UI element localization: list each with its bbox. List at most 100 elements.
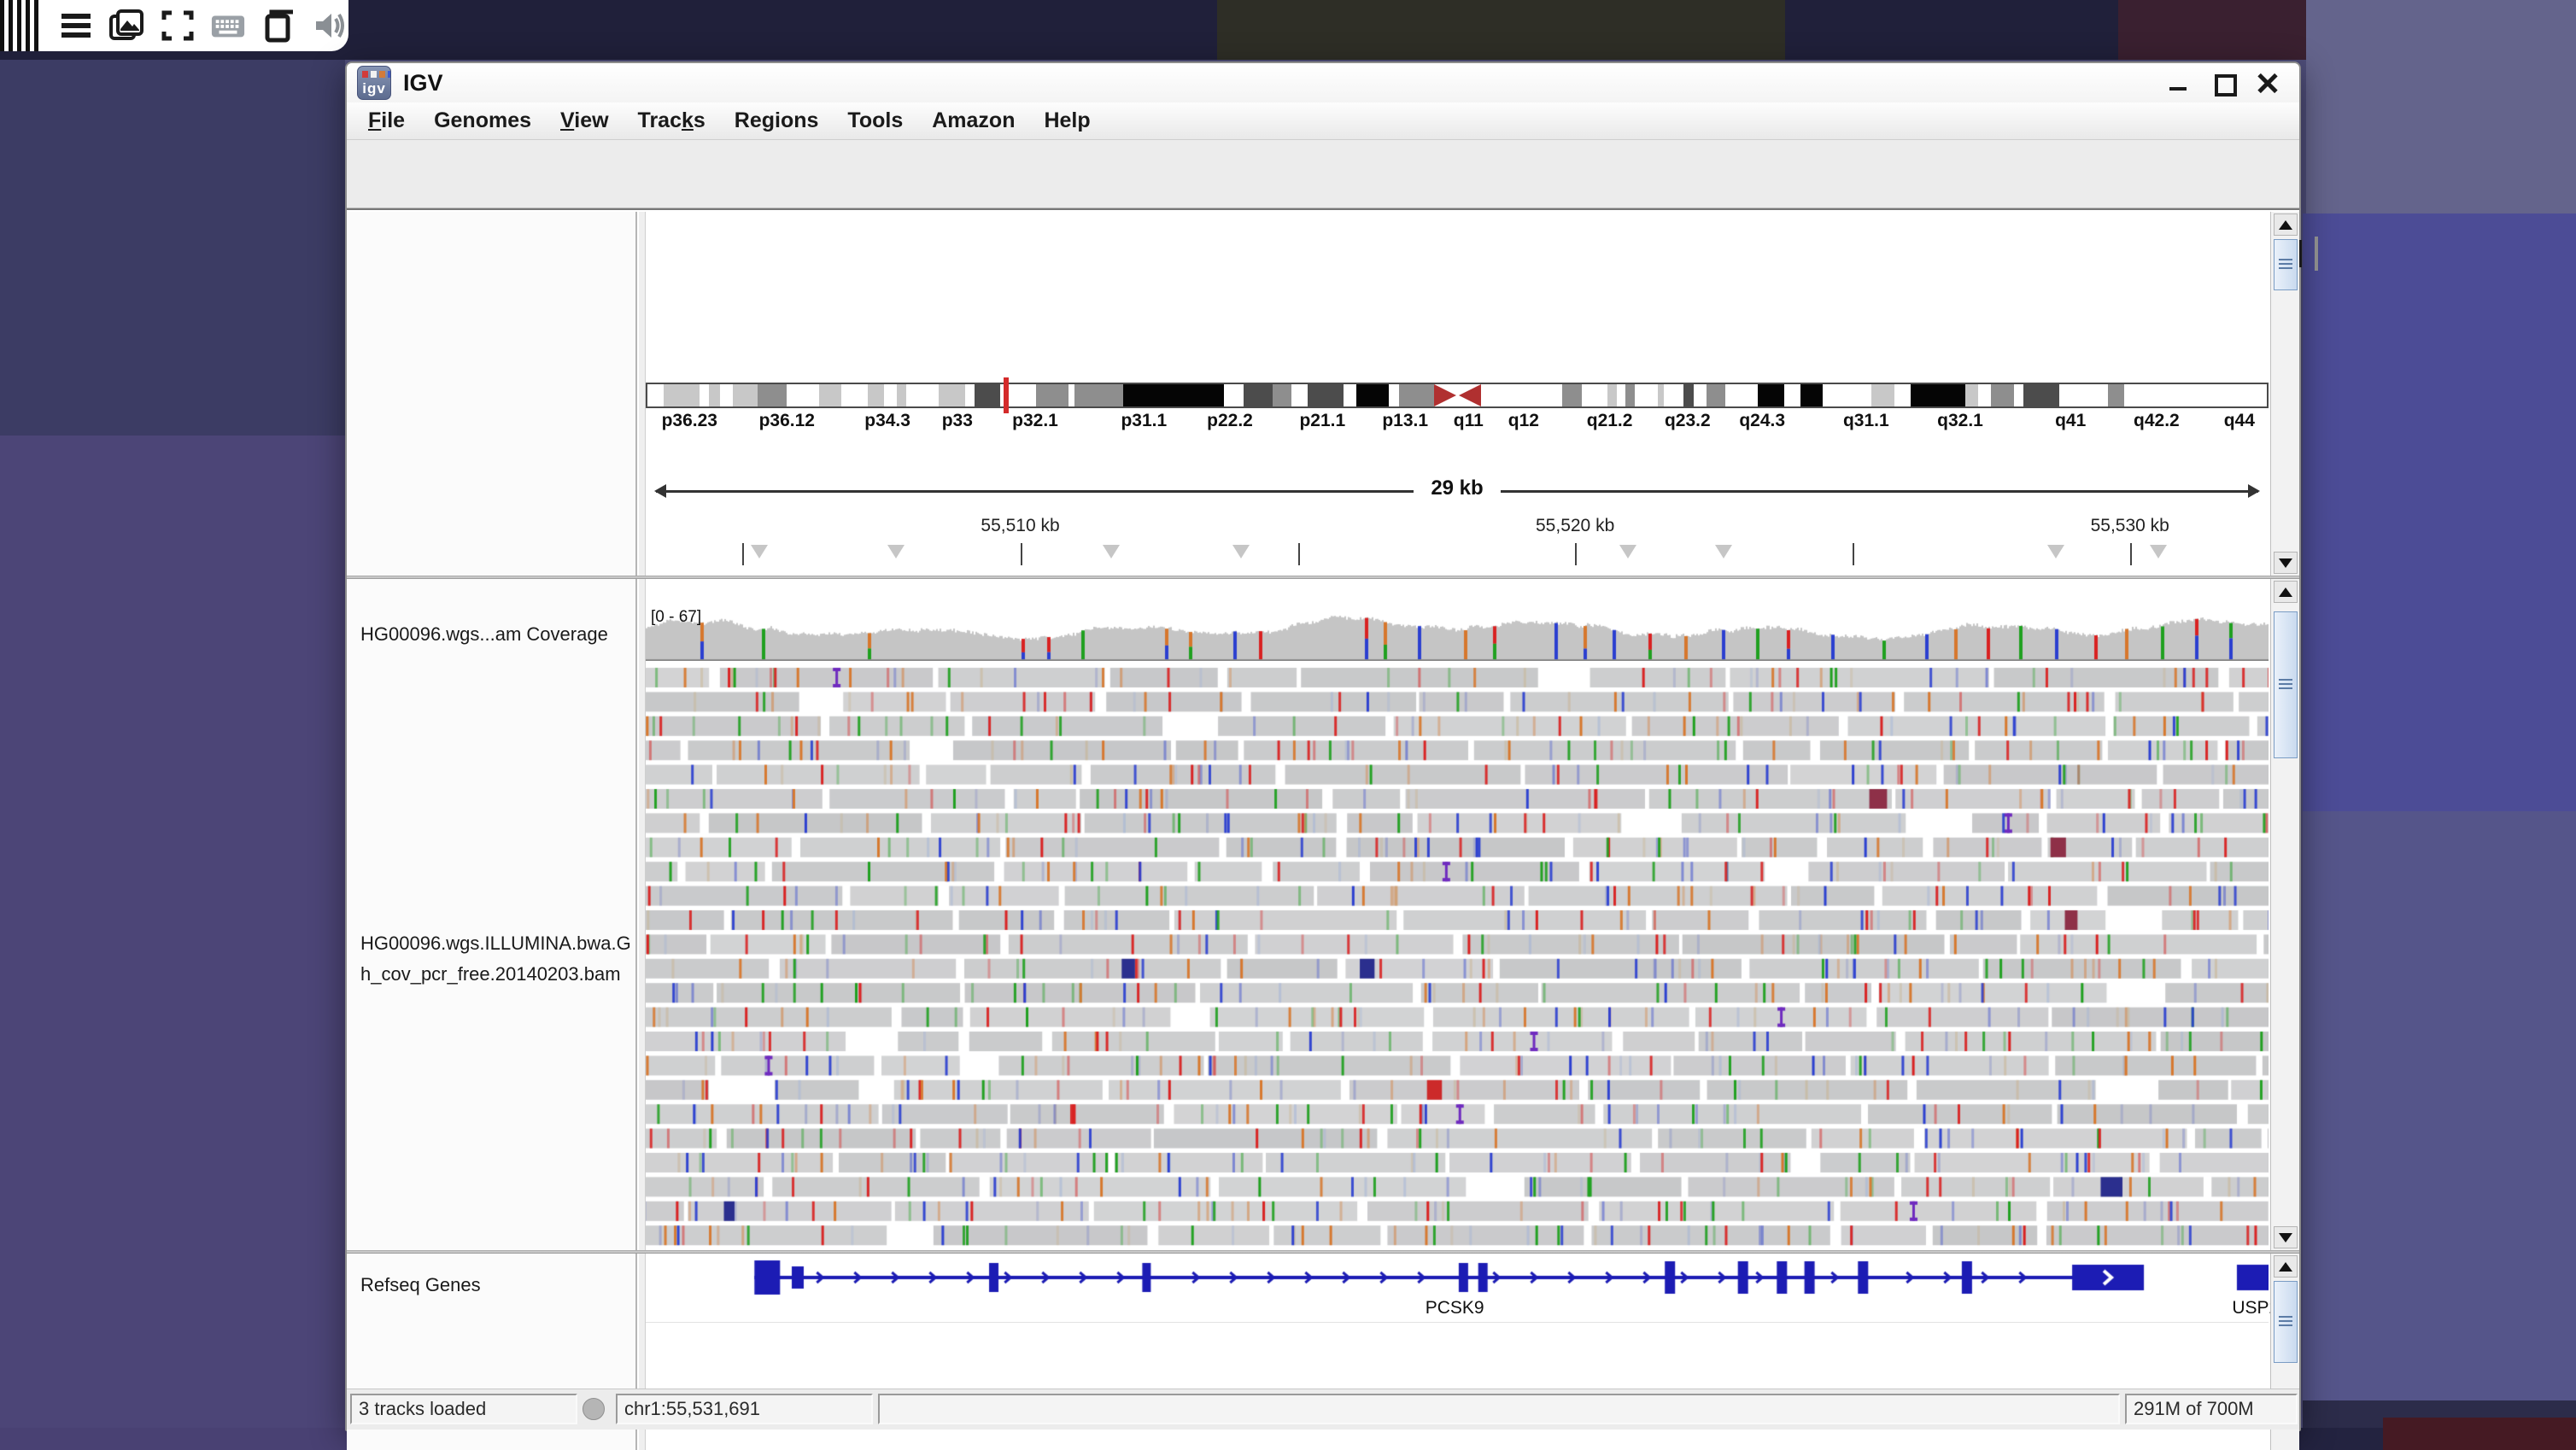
ideogram-band (1399, 384, 1435, 406)
scroll-down-icon[interactable] (2274, 552, 2298, 574)
coverage-track-canvas[interactable] (646, 606, 2269, 661)
scroll-down-icon[interactable] (2274, 1226, 2298, 1248)
scroll-up-icon[interactable] (2274, 1255, 2298, 1278)
remote-desktop-toolbar (0, 0, 348, 51)
locus-panel-scrollbar[interactable] (2270, 212, 2299, 576)
ideogram-band (758, 384, 787, 406)
band-label-p13.1: p13.1 (1382, 411, 1428, 431)
gene-name-label[interactable]: PCSK9 (1426, 1298, 1484, 1318)
scrollbar-thumb[interactable] (2274, 1281, 2298, 1363)
ideogram-band (709, 384, 720, 406)
ideogram-band (1683, 384, 1693, 406)
zoom-tick (2299, 240, 2302, 267)
attribute-column (639, 212, 646, 576)
centromere-icon (1434, 384, 1456, 406)
stripes-grip-icon[interactable] (0, 0, 43, 51)
region-marker-icon[interactable] (1232, 545, 1250, 558)
menu-amazon[interactable]: Amazon (917, 102, 1029, 139)
band-label-p32.1: p32.1 (1012, 411, 1058, 431)
region-marker-icon[interactable] (751, 545, 768, 558)
windows-icon[interactable] (261, 8, 297, 44)
ideogram-band (1694, 384, 1707, 406)
band-label-q44: q44 (2224, 411, 2255, 431)
menu-bar: FileGenomesViewTracksRegionsToolsAmazonH… (347, 102, 2299, 140)
centromere-icon (1459, 384, 1481, 406)
ideogram-band (1978, 384, 1991, 406)
ideogram-band (1758, 384, 1783, 406)
arrow-right-icon (2248, 484, 2260, 498)
scroll-up-icon[interactable] (2274, 581, 2298, 603)
ruler-tick (742, 543, 744, 565)
memory-status[interactable]: 291M of 700M (2125, 1394, 2298, 1424)
ideogram-position-marker (1004, 377, 1009, 413)
menu-icon[interactable] (58, 8, 93, 44)
alignment-track-name-line1[interactable]: HG00096.wgs.ILLUMINA.bwa.G (360, 933, 631, 955)
region-marker-icon[interactable] (1619, 545, 1636, 558)
maximize-button[interactable] (2212, 72, 2234, 94)
band-label-p36.23: p36.23 (662, 411, 717, 431)
ideogram-band (647, 384, 664, 406)
display-capture-icon[interactable] (108, 8, 144, 44)
ideogram-band (1074, 384, 1123, 406)
data-panel-scrollbar[interactable] (2270, 579, 2299, 1250)
menu-file[interactable]: File (354, 102, 419, 139)
gene-track-name[interactable]: Refseq Genes (360, 1274, 481, 1296)
menu-help[interactable]: Help (1029, 102, 1104, 139)
band-label-p36.12: p36.12 (759, 411, 815, 431)
minimize-button[interactable] (2168, 72, 2190, 94)
ideogram-band (1607, 384, 1617, 406)
band-label-q23.2: q23.2 (1665, 411, 1711, 431)
region-marker-icon[interactable] (2150, 545, 2167, 558)
ideogram-band (664, 384, 700, 406)
band-label-q32.1: q32.1 (1937, 411, 1983, 431)
ideogram-band (1244, 384, 1273, 406)
fullscreen-icon[interactable] (160, 8, 195, 44)
scrollbar-thumb[interactable] (2274, 611, 2298, 758)
ideogram-band (965, 384, 975, 406)
ideogram-band (1273, 384, 1292, 406)
region-marker-icon[interactable] (887, 545, 905, 558)
alignment-track-name-line2[interactable]: h_cov_pcr_free.20140203.bam (360, 963, 621, 985)
volume-icon[interactable] (313, 8, 348, 44)
region-marker-icon[interactable] (1715, 545, 1732, 558)
band-label-p22.2: p22.2 (1207, 411, 1253, 431)
span-arrow-line (656, 490, 2258, 493)
menu-tools[interactable]: Tools (833, 102, 917, 139)
ideogram-band (2124, 384, 2267, 406)
chromosome-ideogram[interactable] (646, 383, 2269, 408)
ideogram-band (1291, 384, 1308, 406)
menu-tracks[interactable]: Tracks (624, 102, 720, 139)
ideogram-band (1635, 384, 1658, 406)
desktop-patch (2303, 213, 2576, 811)
menu-genomes[interactable]: Genomes (419, 102, 546, 139)
menu-view[interactable]: View (546, 102, 624, 139)
region-marker-icon[interactable] (1103, 545, 1120, 558)
span-label: 29 kb (1414, 477, 1500, 500)
menu-regions[interactable]: Regions (720, 102, 834, 139)
ideogram-band (1617, 384, 1625, 406)
ideogram-band (1965, 384, 1978, 406)
ideogram-band (1123, 384, 1224, 406)
ruler-tick (1298, 543, 1300, 565)
ruler-tick (1021, 543, 1022, 565)
coverage-track-name[interactable]: HG00096.wgs...am Coverage (360, 623, 608, 646)
close-button[interactable] (2257, 72, 2279, 94)
band-label-q12: q12 (1508, 411, 1539, 431)
igv-logo-icon: igv (357, 66, 391, 100)
band-label-q42.2: q42.2 (2134, 411, 2180, 431)
ideogram-band (1911, 384, 1965, 406)
desktop-patch (0, 60, 345, 436)
scrollbar-thumb[interactable] (2274, 239, 2298, 290)
title-bar[interactable]: igv IGV (347, 63, 2299, 102)
keyboard-icon[interactable] (210, 8, 246, 44)
region-marker-icon[interactable] (2047, 545, 2064, 558)
ideogram-band (1389, 384, 1398, 406)
desktop-patch (2306, 0, 2576, 213)
band-label-q11: q11 (1454, 411, 1484, 431)
panels-area: p36.23p36.12p34.3p33p32.1p31.1p22.2p21.1… (347, 208, 2299, 1387)
alignment-track-canvas[interactable] (646, 666, 2269, 1248)
gene-track-canvas[interactable] (646, 1254, 2269, 1301)
scroll-up-icon[interactable] (2274, 213, 2298, 236)
ideogram-band (2108, 384, 2124, 406)
desktop-patch (2383, 1418, 2576, 1450)
